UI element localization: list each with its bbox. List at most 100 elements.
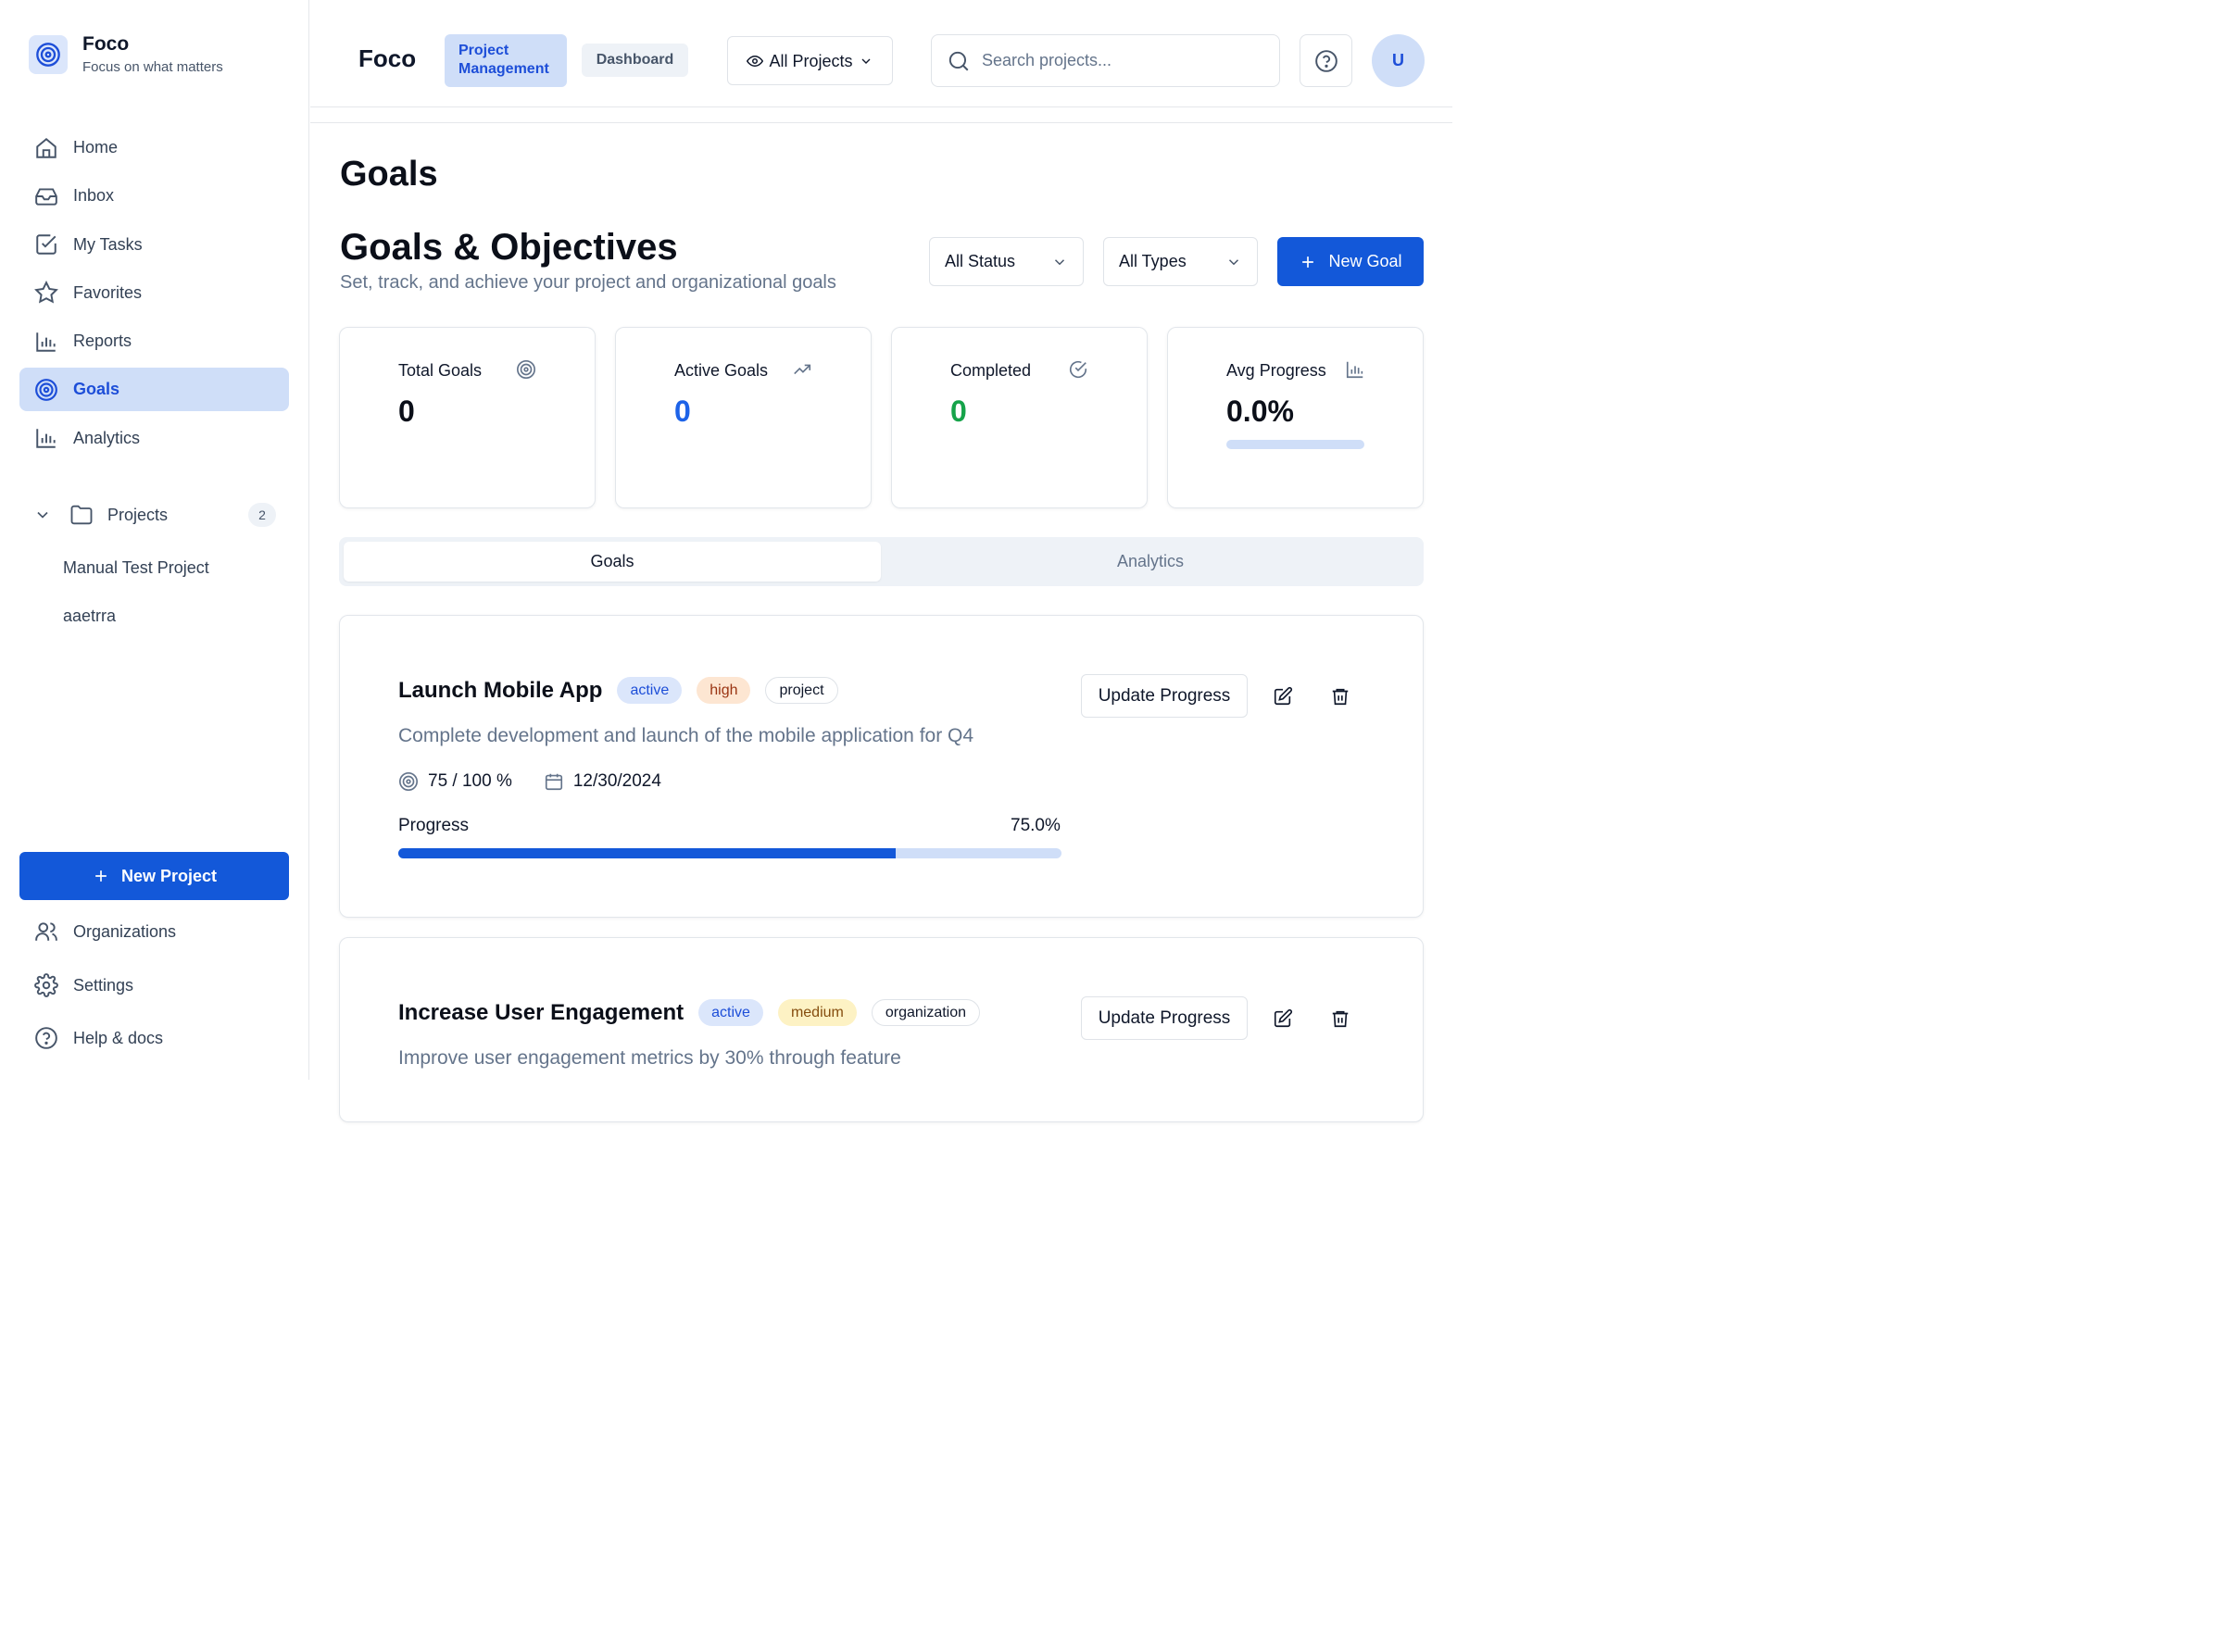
sidebar-item-goals[interactable]: Goals — [19, 368, 289, 412]
tab-goals[interactable]: Goals — [344, 542, 881, 582]
goal-title: Launch Mobile App — [398, 677, 603, 703]
trash-icon — [1332, 1010, 1349, 1028]
new-project-button[interactable]: New Project — [19, 852, 289, 900]
search-icon — [948, 51, 969, 70]
sidebar-project-item[interactable]: Manual Test Project — [63, 558, 209, 578]
stat-label: Active Goals — [674, 361, 769, 380]
sidebar-item-label: Home — [73, 138, 119, 156]
avatar[interactable]: U — [1372, 34, 1425, 87]
new-project-label: New Project — [120, 866, 218, 885]
chevron-down-icon — [861, 58, 871, 64]
sidebar-project-item[interactable]: aaetrra — [63, 607, 116, 626]
sidebar-item-label: Reports — [73, 332, 132, 351]
stat-card-active-goals: Active Goals 0 — [615, 327, 872, 508]
edit-icon — [1274, 1008, 1293, 1028]
goal-progress-bar — [398, 848, 1061, 858]
tab-bar: Goals Analytics — [339, 537, 1424, 586]
gear-icon — [34, 973, 58, 997]
avg-progress-bar — [1226, 440, 1364, 449]
trash-icon — [1332, 688, 1349, 706]
brand[interactable]: Foco Focus on what matters — [29, 33, 223, 75]
project-select-label: All Projects — [769, 51, 853, 70]
edit-icon — [1274, 686, 1293, 706]
stat-label: Avg Progress — [1226, 361, 1326, 380]
help-circle-icon — [35, 1027, 57, 1049]
edit-button[interactable] — [1269, 682, 1297, 710]
type-filter-select[interactable]: All Types — [1103, 237, 1258, 286]
target-icon — [399, 772, 418, 791]
stat-label: Completed — [950, 361, 1032, 380]
goal-due-date: 12/30/2024 — [572, 771, 661, 791]
priority-badge: medium — [777, 999, 857, 1026]
update-progress-button[interactable]: Update Progress — [1081, 996, 1248, 1040]
projects-section-toggle[interactable]: Projects 2 — [33, 494, 276, 535]
target-icon — [29, 34, 68, 74]
sidebar-item-favorites[interactable]: Favorites — [19, 271, 289, 315]
projects-label: Projects — [107, 505, 169, 524]
goal-card: Launch Mobile App active high project Co… — [339, 615, 1424, 918]
dashboard-pill[interactable]: Dashboard — [582, 44, 688, 77]
project-management-pill[interactable]: Project Management — [445, 34, 567, 87]
stat-value: 0 — [674, 394, 691, 428]
stat-card-avg-progress: Avg Progress 0.0% — [1167, 327, 1424, 508]
target-icon — [517, 360, 535, 379]
status-filter-select[interactable]: All Status — [929, 237, 1084, 286]
bar-chart-icon — [36, 429, 56, 449]
goal-target-value: 75 / 100 % — [428, 771, 512, 791]
trending-up-icon — [794, 364, 811, 375]
goal-description: Improve user engagement metrics by 30% t… — [398, 1047, 901, 1069]
status-badge: active — [698, 999, 763, 1026]
project-select[interactable]: All Projects — [727, 36, 893, 85]
sidebar-item-inbox[interactable]: Inbox — [19, 174, 289, 218]
stat-label: Total Goals — [398, 361, 483, 380]
type-badge: project — [765, 677, 838, 704]
top-header: Foco Project Management Dashboard All Pr… — [310, 0, 1452, 107]
sidebar-item-label: Help & docs — [73, 1028, 164, 1047]
sidebar-item-analytics[interactable]: Analytics — [19, 417, 289, 460]
progress-label: Progress — [398, 816, 470, 835]
sidebar-item-settings[interactable]: Settings — [19, 963, 289, 1007]
goal-progress-fill — [398, 848, 896, 858]
calendar-icon — [545, 773, 562, 791]
new-goal-button[interactable]: New Goal — [1277, 237, 1424, 286]
plus-icon — [95, 870, 107, 882]
tab-analytics[interactable]: Analytics — [882, 542, 1419, 582]
sidebar-item-organizations[interactable]: Organizations — [19, 909, 289, 954]
star-icon — [34, 281, 58, 304]
check-circle-icon — [1069, 361, 1087, 378]
chevron-down-icon — [37, 511, 48, 519]
target-icon — [35, 379, 57, 401]
update-progress-button[interactable]: Update Progress — [1081, 674, 1248, 718]
new-goal-label: New Goal — [1328, 252, 1402, 270]
help-button[interactable] — [1300, 34, 1352, 87]
sidebar-item-my-tasks[interactable]: My Tasks — [19, 223, 289, 267]
goal-meta: 75 / 100 % 12/30/2024 — [398, 771, 661, 792]
search-box[interactable] — [931, 34, 1280, 87]
stat-card-total-goals: Total Goals 0 — [339, 327, 596, 508]
section-subtitle: Set, track, and achieve your project and… — [340, 272, 836, 293]
sidebar-item-label: Analytics — [73, 428, 141, 447]
priority-badge: high — [697, 677, 751, 704]
bar-chart-icon — [36, 332, 56, 352]
goal-title: Increase User Engagement — [398, 999, 684, 1025]
sidebar: Foco Focus on what matters Home Inbox My… — [0, 0, 309, 1080]
sidebar-item-label: Settings — [73, 975, 134, 995]
sidebar-item-label: Inbox — [73, 186, 115, 206]
plus-icon — [1302, 256, 1314, 268]
edit-button[interactable] — [1269, 1005, 1297, 1032]
sidebar-item-reports[interactable]: Reports — [19, 319, 289, 363]
sidebar-item-help[interactable]: Help & docs — [19, 1016, 289, 1060]
projects-count-badge: 2 — [248, 503, 276, 527]
delete-button[interactable] — [1326, 682, 1354, 710]
type-badge: organization — [871, 999, 981, 1026]
help-circle-icon — [1314, 49, 1338, 72]
delete-button[interactable] — [1326, 1005, 1354, 1032]
stat-value: 0 — [398, 394, 415, 428]
goal-description: Complete development and launch of the m… — [398, 725, 974, 746]
users-icon — [35, 922, 57, 941]
status-filter-label: All Status — [945, 252, 1016, 270]
sidebar-item-home[interactable]: Home — [19, 126, 289, 169]
search-input[interactable] — [982, 51, 1260, 70]
header-title: Foco — [358, 44, 417, 72]
page-title: Goals — [340, 155, 438, 194]
